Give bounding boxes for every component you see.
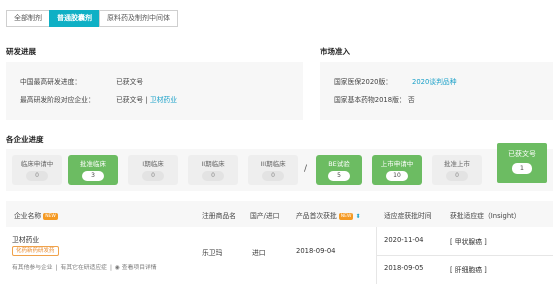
stage-marketing-application[interactable]: 上市申请中 10: [372, 155, 422, 185]
new-badge: NEW: [43, 212, 58, 220]
stage-label: 批准上市: [444, 160, 470, 168]
sort-icon[interactable]: ⬍: [355, 213, 360, 220]
indication-link[interactable]: [ 甲状腺癌 ]: [450, 236, 487, 246]
stage-approval-number-obtained[interactable]: 已获文号 1: [497, 143, 547, 183]
essential-drug-2018-value: 否: [407, 96, 415, 104]
stage-label: 临床申请中: [20, 160, 54, 168]
tab-api-intermediates[interactable]: 原料药及制剂中间体: [99, 10, 178, 27]
stage-phase-2[interactable]: II期临床 0: [188, 155, 238, 185]
nrdl-2020-row: 国家医保2020版： 2020谈判品种: [334, 76, 457, 86]
view-details-icon: ◉: [114, 265, 120, 271]
rd-highest-stage-company-row: 最高研发阶段对应企业： 已获文号 | 卫材药业: [20, 94, 177, 104]
stage-label: 批准临床: [80, 160, 106, 168]
nrdl-2020-label: 国家医保2020版：: [334, 78, 393, 86]
stage-count: 3: [82, 171, 104, 181]
indication-approval-date: 2020-11-04: [384, 236, 424, 244]
essential-drug-2018-row: 国家基本药物2018版： 否: [334, 94, 415, 104]
stage-label: BE试验: [328, 160, 350, 168]
rd-highest-progress-row: 中国最高研发进度： 已获文号: [20, 76, 143, 86]
rd-company-link[interactable]: 卫材药业: [150, 96, 177, 104]
other-companies-link[interactable]: 有其他参与企业: [12, 265, 53, 271]
brand-name: 乐卫玛: [202, 249, 223, 257]
col-indication: 获批适应症（Insight）: [450, 212, 521, 220]
tab-all-formulations[interactable]: 全部制剂: [6, 10, 50, 27]
stage-marketing-approved[interactable]: 批准上市 0: [432, 155, 482, 185]
col-indication-time: 适应症获批时间: [384, 212, 432, 220]
new-badge: NEW: [338, 212, 354, 220]
nrdl-2020-link[interactable]: 2020谈判品种: [412, 76, 457, 86]
stage-label: I期临床: [142, 160, 164, 168]
rd-highest-progress-value: 已获文号: [116, 78, 144, 86]
origin-value: 进口: [252, 249, 266, 257]
stage-count: 5: [328, 171, 350, 181]
other-indications-link[interactable]: 有其它在研适应症: [61, 265, 107, 271]
rd-progress-title: 研发进展: [6, 47, 36, 56]
row-divider: [376, 255, 553, 256]
stage-count: 1: [512, 163, 532, 174]
row-sublinks: 有其他参与企业 | 有其它在研适应症 | ◉ 查看项目详情: [12, 265, 157, 271]
stage-be-trial[interactable]: BE试验 5: [316, 155, 362, 185]
stage-separator: /: [304, 164, 308, 174]
company-link[interactable]: 卫材药业: [12, 234, 39, 244]
stage-label: III期临床: [260, 160, 286, 168]
col-first-approval[interactable]: 产品首次获批 NEW ⬍: [296, 210, 360, 220]
col-brand: 注册商品名: [202, 212, 236, 220]
stage-label: 已获文号: [508, 150, 536, 158]
rd-highest-stage-company-label: 最高研发阶段对应企业：: [20, 96, 95, 104]
pipeline-title: 各企业进度: [6, 135, 44, 144]
stage-label: 上市申请中: [380, 160, 414, 168]
indication-approval-date: 2018-09-05: [384, 264, 424, 272]
stage-count: 0: [262, 171, 284, 181]
stage-count: 0: [142, 171, 164, 181]
tab-capsules[interactable]: 普通胶囊剂: [49, 10, 100, 27]
market-access-title: 市场准入: [320, 47, 350, 56]
indication-link[interactable]: [ 肝细胞癌 ]: [450, 264, 487, 274]
stage-label: II期临床: [201, 160, 225, 168]
rd-progress-panel: 中国最高研发进度： 已获文号 最高研发阶段对应企业： 已获文号 | 卫材药业: [6, 62, 303, 120]
col-divider: [376, 227, 377, 284]
drug-type-tag: 化药新药研发药: [12, 246, 59, 256]
stage-count: 0: [202, 171, 224, 181]
stage-clinical-application[interactable]: 临床申请中 0: [12, 155, 62, 185]
view-project-details-link[interactable]: 查看项目详情: [122, 265, 157, 271]
rd-highest-stage-value: 已获文号 |: [116, 96, 150, 104]
stage-phase-1[interactable]: I期临床 0: [128, 155, 178, 185]
formulation-tabs: 全部制剂 普通胶囊剂 原料药及制剂中间体: [6, 10, 178, 27]
col-origin: 国产/进口: [250, 212, 280, 220]
first-approval-date: 2018-09-04: [296, 247, 336, 255]
stage-phase-3[interactable]: III期临床 0: [248, 155, 298, 185]
table-header: 企业名称 NEW 注册商品名 国产/进口 产品首次获批 NEW ⬍ 适应症获批时间 获…: [6, 201, 553, 227]
stage-count: 10: [386, 171, 408, 181]
essential-drug-2018-label: 国家基本药物2018版：: [334, 96, 406, 104]
market-access-panel: 国家医保2020版： 2020谈判品种 国家基本药物2018版： 否: [320, 62, 553, 120]
stage-clinical-approved[interactable]: 批准临床 3: [68, 155, 118, 185]
pipeline-bar: 临床申请中 0 批准临床 3 I期临床 0 II期临床 0 III期临床 0 /…: [6, 149, 553, 191]
col-company: 企业名称 NEW: [14, 212, 58, 220]
rd-highest-progress-label: 中国最高研发进度：: [20, 78, 82, 86]
stage-count: 0: [446, 171, 468, 181]
stage-count: 0: [26, 171, 48, 181]
